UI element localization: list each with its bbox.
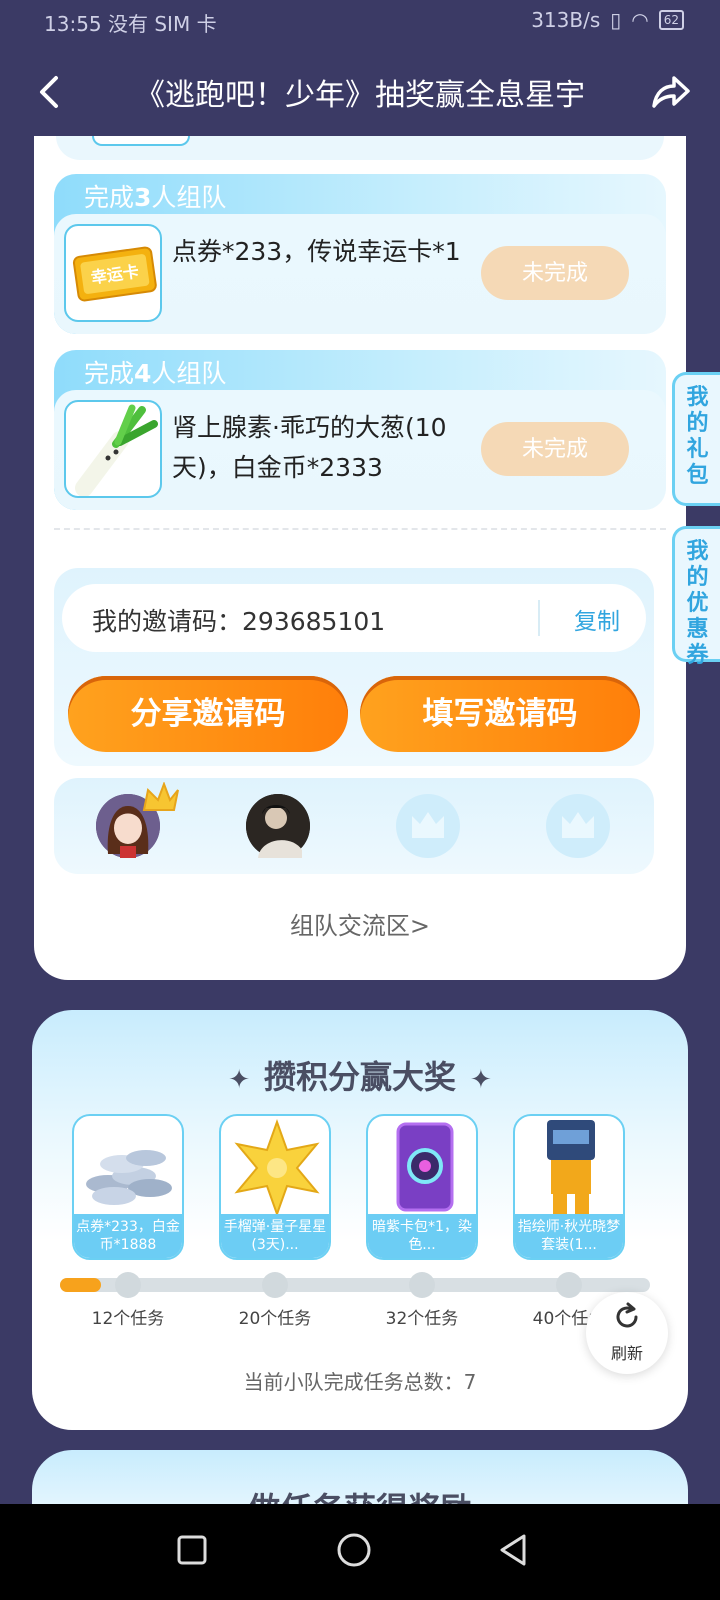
empty-slot-icon[interactable] <box>546 794 610 858</box>
previous-team-item <box>56 136 664 160</box>
team-exchange-link[interactable]: 组队交流区> <box>34 906 686 941</box>
card-pack-icon <box>396 1122 454 1212</box>
milestone-label: 12个任务 <box>91 1309 165 1329</box>
milestone-label: 32个任务 <box>385 1309 459 1329</box>
scallion-icon <box>75 404 158 496</box>
team-3-body: 幸运卡 点券*233，传说幸运卡*1 未完成 <box>54 214 666 334</box>
share-invite-code-button[interactable]: 分享邀请码 <box>68 676 348 752</box>
team-4-header: 完成4人组队 <box>84 359 227 388</box>
wifi-icon: ◠ <box>631 8 649 32</box>
back-nav-icon[interactable] <box>496 1532 532 1568</box>
star-grenade-icon <box>234 1119 320 1217</box>
prize-label: 手榴弹·量子星星(3天)... <box>221 1214 329 1258</box>
invite-code-value: 293685101 <box>242 607 386 636</box>
status-bar: 13:55 没有 SIM 卡 313B/s ▯ ◠ 62 <box>0 0 720 44</box>
back-icon[interactable] <box>32 72 72 112</box>
member-avatar-2 <box>246 794 310 858</box>
prize-label: 指绘师·秋光晓梦套装(1... <box>515 1214 623 1258</box>
milestone-node <box>115 1272 141 1298</box>
refresh-button[interactable]: 刷新 <box>586 1292 668 1374</box>
team-4-reward-text: 肾上腺素·乖巧的大葱(10天)，白金币*2333 <box>172 413 447 482</box>
invite-panel: 我的邀请码：293685101 复制 分享邀请码 填写邀请码 <box>54 568 654 766</box>
empty-slot-icon[interactable] <box>396 794 460 858</box>
recent-apps-icon[interactable] <box>176 1534 208 1566</box>
team-4-reward: 完成4人组队 肾上腺素·乖巧的大葱(10天)，白金币*2333 未完成 <box>54 350 666 510</box>
milestone-node <box>409 1272 435 1298</box>
battery-icon: 62 <box>658 10 684 30</box>
prize-item[interactable]: 暗紫卡包*1，染色... <box>366 1114 478 1260</box>
invite-code-box: 我的邀请码：293685101 复制 <box>62 584 646 652</box>
lucky-card-thumb: 幸运卡 <box>64 224 162 322</box>
lucky-card-icon: 幸运卡 <box>72 246 157 302</box>
enter-invite-code-button[interactable]: 填写邀请码 <box>360 676 640 752</box>
home-icon[interactable] <box>336 1532 372 1568</box>
team-task-total: 当前小队完成任务总数：7 <box>243 1370 477 1394</box>
scallion-thumb <box>64 400 162 498</box>
previous-reward-thumb <box>92 136 190 146</box>
nav-bar: 《逃跑吧！少年》抽奖赢全息星宇 <box>0 56 720 128</box>
placeholder-avatar-icon <box>562 812 594 838</box>
avatar[interactable] <box>246 794 310 858</box>
prize-label: 暗紫卡包*1，染色... <box>368 1214 476 1258</box>
team-3-header: 完成3人组队 <box>84 183 227 212</box>
prize-item[interactable]: 点券*233，白金币*1888 <box>72 1114 184 1260</box>
task-rewards-card: 做任务获得奖励 <box>32 1450 688 1528</box>
my-gift-label: 我的礼包 <box>686 385 709 488</box>
sparkle-icon: ✦ <box>228 1065 250 1095</box>
status-speed: 313B/s <box>531 8 601 32</box>
progress-track <box>60 1272 650 1298</box>
page-title: 《逃跑吧！少年》抽奖赢全息星宇 <box>135 78 585 113</box>
vibrate-icon: ▯ <box>610 8 622 32</box>
placeholder-avatar-icon <box>412 812 444 838</box>
copy-button[interactable]: 复制 <box>574 602 620 636</box>
coins-icon <box>86 1150 172 1205</box>
system-nav-bar <box>0 1504 720 1600</box>
my-coupon-label: 我的优惠券 <box>686 539 709 668</box>
team-4-status-button[interactable]: 未完成 <box>481 422 629 476</box>
status-sim: 没有 SIM 卡 <box>108 12 217 36</box>
refresh-icon <box>616 1302 638 1328</box>
prize-label: 点券*233，白金币*1888 <box>74 1214 182 1258</box>
team-3-reward: 完成3人组队 幸运卡 点券*233，传说幸运卡*1 未完成 <box>54 174 666 334</box>
crown-icon <box>142 782 179 811</box>
refresh-label: 刷新 <box>610 1344 643 1363</box>
prize-item[interactable]: 指绘师·秋光晓梦套装(1... <box>513 1114 625 1260</box>
team-3-reward-text: 点券*233，传说幸运卡*1 <box>172 237 461 266</box>
divider <box>54 528 666 530</box>
milestone-node <box>262 1272 288 1298</box>
team-members <box>54 778 654 874</box>
share-icon[interactable] <box>648 70 692 114</box>
prize-item[interactable]: 手榴弹·量子星星(3天)... <box>219 1114 331 1260</box>
outfit-figure-icon <box>547 1120 595 1214</box>
separator <box>538 600 540 636</box>
status-time: 13:55 <box>44 12 102 36</box>
invite-code-label: 我的邀请码：293685101 <box>92 607 386 636</box>
progress-fill <box>60 1278 102 1292</box>
my-gift-tab[interactable]: 我的礼包 <box>672 372 720 506</box>
my-coupon-tab[interactable]: 我的优惠券 <box>672 526 720 668</box>
team-3-status-button[interactable]: 未完成 <box>481 246 629 300</box>
milestone-label: 20个任务 <box>238 1309 312 1329</box>
team-rewards-card: 完成3人组队 幸运卡 点券*233，传说幸运卡*1 未完成 完成4人组队 肾上腺… <box>34 136 686 980</box>
team-4-body: 肾上腺素·乖巧的大葱(10天)，白金币*2333 未完成 <box>54 390 666 510</box>
sparkle-icon: ✦ <box>470 1065 492 1095</box>
accumulate-rewards-card: ✦ 攒积分赢大奖 ✦ 点券*233，白金币*1888 手榴弹·量子星星(3天)...… <box>32 1010 688 1430</box>
section-title: ✦ 攒积分赢大奖 ✦ <box>228 1058 492 1096</box>
milestone-node <box>556 1272 582 1298</box>
